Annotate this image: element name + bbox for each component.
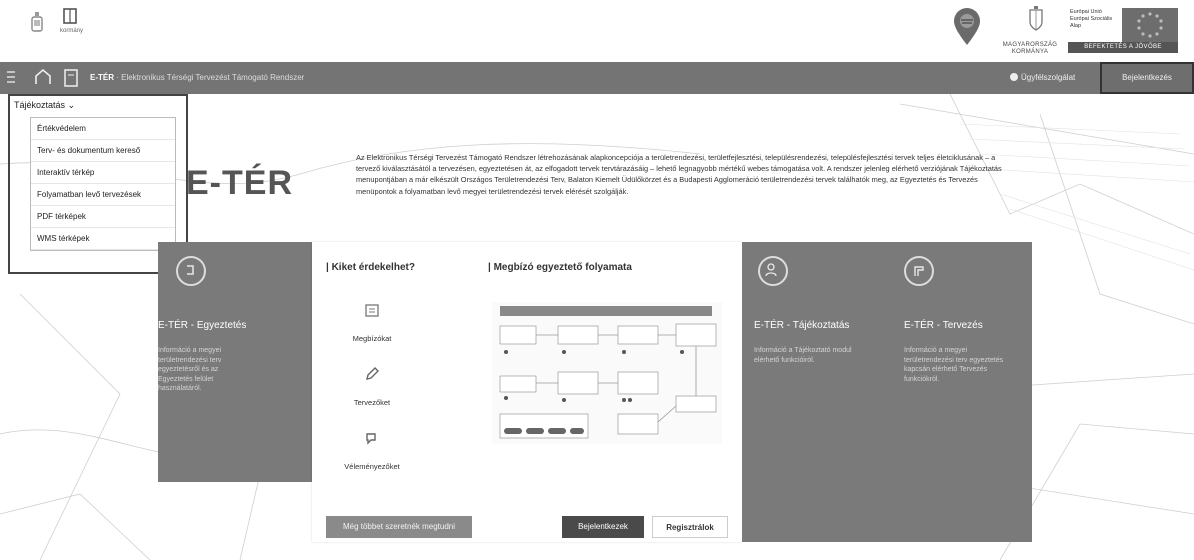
menu-item-interaktiv-terkep[interactable]: Interaktív térkép bbox=[31, 162, 175, 184]
site-title[interactable]: E-TÉR · Elektronikus Térségi Tervezést T… bbox=[90, 73, 304, 82]
card-login-button[interactable]: Bejelentkezek bbox=[562, 516, 644, 538]
tajekoztatas-people-icon bbox=[758, 256, 788, 286]
card-egyeztetes-desc: Információ a megyei területrendezési ter… bbox=[158, 347, 222, 392]
client-icon bbox=[365, 304, 379, 317]
egyeztetes-circle-icon bbox=[176, 256, 206, 286]
hungary-crest-icon bbox=[1028, 6, 1044, 32]
menu-item-ertekvedelem[interactable]: Értékvédelem bbox=[31, 118, 175, 140]
eu-investment-bar: BEFEKTETÉS A JÖVŐBE bbox=[1068, 42, 1178, 53]
help-icon bbox=[1010, 73, 1018, 81]
eu-label-line1: Európai Unió bbox=[1070, 9, 1102, 15]
reviewer-comment-icon bbox=[366, 433, 376, 445]
dropdown-menu: Értékvédelem Terv- és dokumentum kereső … bbox=[30, 117, 176, 251]
main-navbar: E-TÉR · Elektronikus Térségi Tervezést T… bbox=[0, 62, 1194, 94]
ministry-logo-icon bbox=[62, 8, 78, 26]
menu-item-terv-kereso[interactable]: Terv- és dokumentum kereső bbox=[31, 140, 175, 162]
who-velemenyezok: Véleményezőket bbox=[344, 462, 400, 471]
card-tervezes-title: E-TÉR - Tervezés bbox=[904, 320, 983, 331]
nav-login-button[interactable]: Bejelentkezés bbox=[1100, 62, 1194, 94]
pin-logo-icon bbox=[952, 8, 982, 46]
customer-service-label: Ügyfélszolgálat bbox=[1021, 73, 1076, 82]
who-title: | Kiket érdekelhet? bbox=[326, 262, 415, 273]
process-flow-diagram[interactable] bbox=[492, 302, 722, 444]
who-megbizok: Megbízókat bbox=[352, 334, 392, 343]
card-egyeztetes-title: E-TÉR - Egyeztetés bbox=[158, 320, 247, 331]
card-tajekoztatas[interactable]: E-TÉR - Tájékoztatás Információ a Tájéko… bbox=[742, 242, 890, 542]
planner-pencil-icon bbox=[366, 367, 379, 380]
eu-flag-icon bbox=[1122, 8, 1178, 42]
who-tervezok: Tervezőket bbox=[353, 398, 391, 407]
site-brand: E-TÉR bbox=[90, 73, 114, 82]
ministry-label: kormány bbox=[60, 28, 84, 34]
card-tervezes-desc: Információ a megyei területrendezési ter… bbox=[904, 347, 1004, 383]
register-button[interactable]: Regisztrálok bbox=[652, 516, 728, 538]
crest-icon bbox=[30, 12, 44, 34]
document-icon[interactable] bbox=[64, 69, 78, 92]
logo-strip: kormány MAGYARORSZÁG KORMÁNYA Európai Un… bbox=[0, 0, 1194, 62]
eu-label: Európai Unió Európai Szociális Alap bbox=[1070, 9, 1125, 30]
customer-service-link[interactable]: Ügyfélszolgálat bbox=[1010, 73, 1075, 82]
home-icon[interactable] bbox=[34, 68, 52, 91]
intro-text: Az Elektronikus Térségi Tervezést Támoga… bbox=[356, 153, 1002, 196]
menu-item-pdf-terkepek[interactable]: PDF térképek bbox=[31, 206, 175, 228]
menu-item-wms-terkepek[interactable]: WMS térképek bbox=[31, 228, 175, 250]
eu-label-line3: Alap bbox=[1070, 23, 1082, 29]
flow-title: | Megbízó egyeztető folyamata bbox=[488, 262, 632, 273]
tervezes-circle-icon bbox=[904, 256, 934, 286]
hamburger-icon[interactable] bbox=[6, 70, 16, 89]
more-info-button[interactable]: Még többet szeretnék megtudni bbox=[326, 516, 472, 538]
menu-toggle-tajekoztatas[interactable]: Tájékoztatás ⌄ bbox=[14, 100, 75, 111]
menu-item-folyamatban[interactable]: Folyamatban levő tervezések bbox=[31, 184, 175, 206]
card-tajekoztatas-title: E-TÉR - Tájékoztatás bbox=[754, 320, 850, 331]
page-title: E-TÉR bbox=[186, 164, 293, 202]
card-egyeztetes[interactable]: E-TÉR - Egyeztetés Információ a megyei t… bbox=[158, 242, 312, 482]
eu-label-line2: Európai Szociális bbox=[1070, 16, 1113, 22]
card-tervezes[interactable]: E-TÉR - Tervezés Információ a megyei ter… bbox=[890, 242, 1032, 542]
site-subtitle: · Elektronikus Térségi Tervezést Támogat… bbox=[116, 73, 305, 82]
government-label: MAGYARORSZÁG KORMÁNYA bbox=[1002, 42, 1058, 55]
card-tajekoztatas-desc: Információ a Tájékoztató modul elérhető … bbox=[754, 347, 852, 364]
